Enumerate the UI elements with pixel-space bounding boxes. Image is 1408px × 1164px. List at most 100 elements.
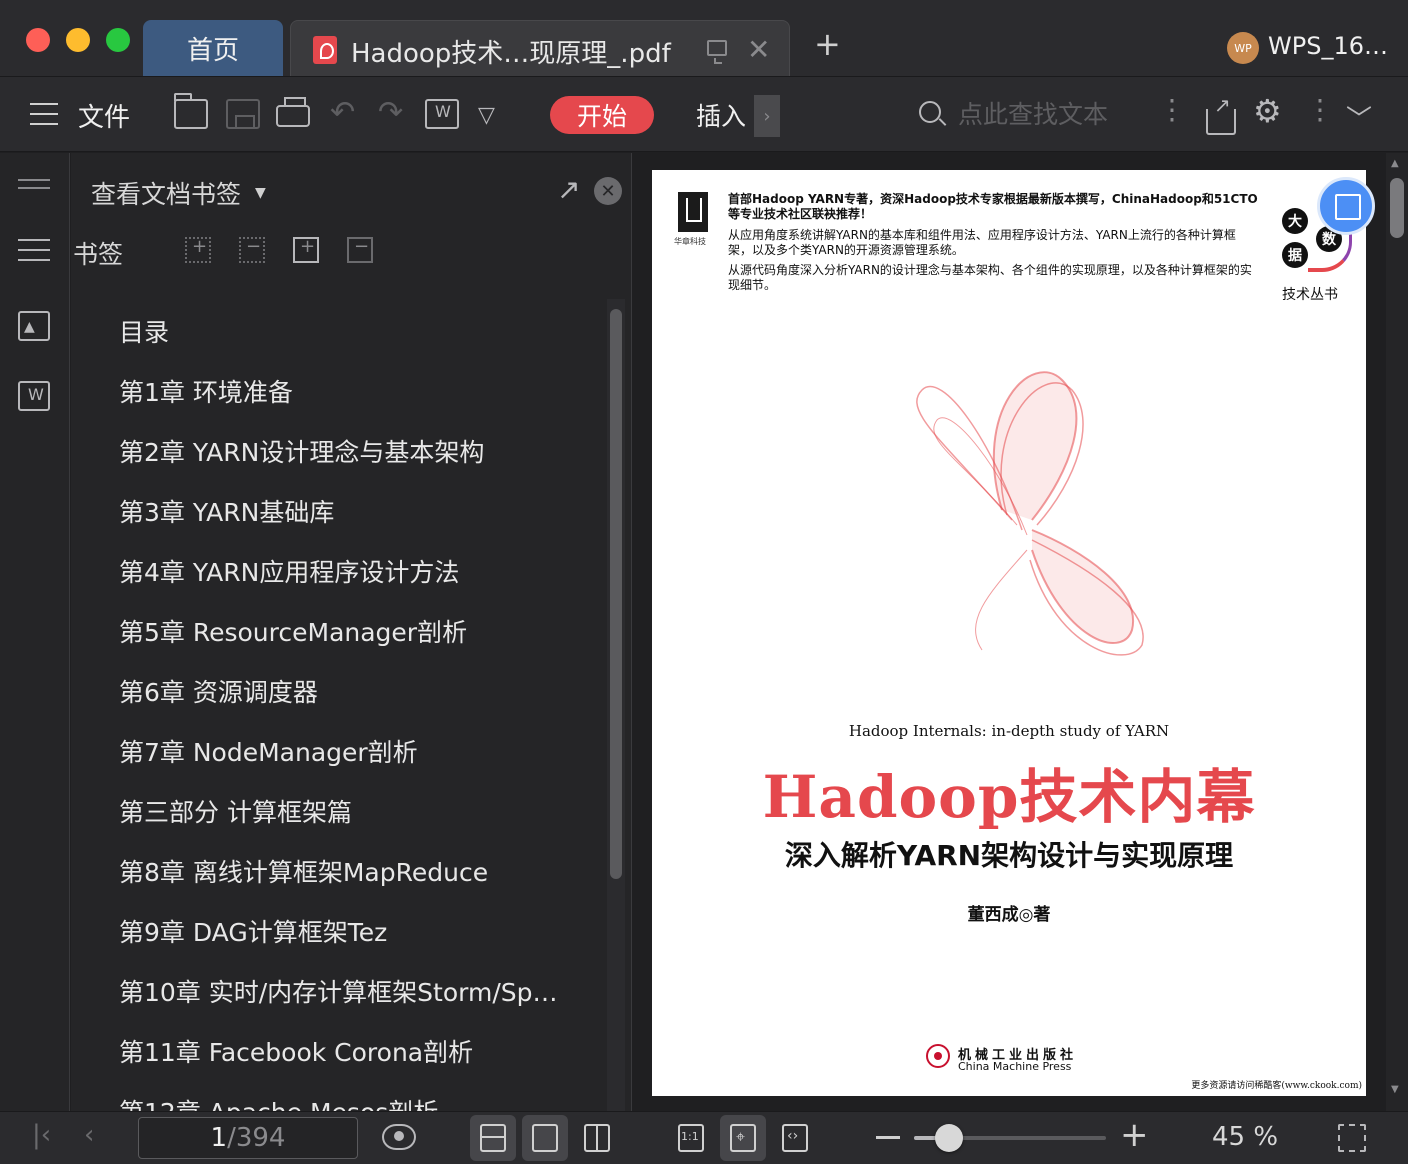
- screen-pin-icon[interactable]: [707, 40, 727, 64]
- list-item[interactable]: 第8章 离线计算框架MapReduce: [119, 853, 589, 893]
- more-options-icon[interactable]: [1306, 93, 1334, 127]
- fit-width-button[interactable]: [772, 1115, 818, 1161]
- series-name: 技术丛书: [1282, 287, 1338, 303]
- caret-down-icon[interactable]: ▼: [255, 185, 266, 201]
- collapse-all-icon[interactable]: [239, 236, 265, 263]
- remove-bookmark-icon[interactable]: [347, 236, 373, 263]
- close-panel-icon[interactable]: ✕: [594, 177, 622, 205]
- list-item[interactable]: 第10章 实时/内存计算框架Storm/Sp…: [119, 973, 589, 1013]
- continuous-view-button[interactable]: [470, 1115, 516, 1161]
- gear-icon[interactable]: ⚙: [1253, 95, 1285, 127]
- new-tab-button[interactable]: +: [814, 28, 841, 60]
- book-title: Hadoop技术内幕: [762, 763, 1256, 831]
- print-icon[interactable]: [276, 97, 310, 127]
- fit-page-button[interactable]: [720, 1115, 766, 1161]
- popout-icon[interactable]: ↗: [557, 173, 580, 206]
- tab-document[interactable]: Hadoop技术…现原理_.pdf ✕: [290, 20, 790, 76]
- list-item[interactable]: 第5章 ResourceManager剖析: [119, 613, 589, 653]
- list-item[interactable]: 第9章 DAG计算框架Tez: [119, 913, 589, 953]
- double-page-icon: [584, 1124, 610, 1152]
- cover-ribbon-art: [916, 371, 1144, 656]
- tab-home[interactable]: 首页: [143, 20, 283, 76]
- floating-convert-button[interactable]: [1317, 177, 1375, 235]
- list-item[interactable]: 第7章 NodeManager剖析: [119, 733, 589, 773]
- list-item[interactable]: 第4章 YARN应用程序设计方法: [119, 553, 589, 593]
- publisher-name-english: China Machine Press: [958, 1060, 1072, 1073]
- title-bar: 首页 Hadoop技术…现原理_.pdf ✕ + WP WPS_16…: [0, 0, 1408, 76]
- toolbar: 文件 ↶ ↷ ▽ 开始 插入 › ⚙ ﹀: [0, 76, 1408, 152]
- ribbon-tab-insert[interactable]: 插入: [696, 97, 746, 133]
- outline-icon[interactable]: [18, 239, 50, 261]
- zoom-value[interactable]: 45 %: [1212, 1122, 1278, 1152]
- expand-all-icon[interactable]: [185, 236, 211, 263]
- current-page[interactable]: 1: [211, 1123, 228, 1153]
- panel-title[interactable]: 查看文档书签: [91, 175, 241, 211]
- cover-blurb-headline: 首部Hadoop YARN专著，资深Hadoop技术专家根据最新版本撰写，Chi…: [728, 192, 1258, 221]
- ribbon-tab-start[interactable]: 开始: [550, 96, 654, 134]
- dropdown-icon[interactable]: ▽: [478, 103, 512, 133]
- close-window-button[interactable]: [26, 28, 50, 52]
- zoom-out-icon[interactable]: [876, 1136, 900, 1139]
- single-page-icon: [532, 1124, 558, 1152]
- list-item[interactable]: 第6章 资源调度器: [119, 673, 589, 713]
- eye-icon[interactable]: [382, 1124, 416, 1150]
- ribbon-scroll-right-icon[interactable]: ›: [754, 95, 780, 137]
- fullscreen-icon[interactable]: [1338, 1124, 1366, 1152]
- document-scrollbar-thumb[interactable]: [1390, 178, 1404, 238]
- more-vertical-icon[interactable]: [1158, 93, 1186, 127]
- account-name[interactable]: WPS_16…: [1268, 32, 1388, 60]
- tab-document-title: Hadoop技术…现原理_.pdf: [351, 39, 671, 69]
- list-item[interactable]: 第三部分 计算框架篇: [119, 793, 589, 833]
- scroll-up-icon[interactable]: ▲: [1391, 158, 1399, 169]
- total-pages: /394: [227, 1123, 286, 1153]
- bookmarks-label: 书签: [73, 240, 124, 269]
- list-item[interactable]: 第1章 环境准备: [119, 373, 589, 413]
- file-menu[interactable]: 文件: [78, 97, 130, 134]
- double-page-button[interactable]: [574, 1115, 620, 1161]
- avatar[interactable]: WP: [1227, 32, 1259, 64]
- list-item[interactable]: 第11章 Facebook Corona剖析: [119, 1033, 589, 1073]
- zoom-window-button[interactable]: [106, 28, 130, 52]
- list-item[interactable]: 第2章 YARN设计理念与基本架构: [119, 433, 589, 473]
- single-page-button[interactable]: [522, 1115, 568, 1161]
- book-subtitle-english: Hadoop Internals: in-depth study of YARN: [848, 722, 1170, 740]
- zoom-slider-thumb[interactable]: [935, 1124, 964, 1152]
- pdf-page: 华章科技 首部Hadoop YARN专著，资深Hadoop技术专家根据最新版本撰…: [652, 170, 1366, 1096]
- convert-word-icon[interactable]: [18, 381, 50, 411]
- add-bookmark-icon[interactable]: [293, 236, 319, 263]
- pdf-file-icon: [313, 36, 337, 64]
- share-icon[interactable]: [1206, 93, 1236, 135]
- scroll-down-icon[interactable]: ▼: [1391, 1084, 1399, 1095]
- close-tab-icon[interactable]: ✕: [747, 33, 770, 66]
- redo-icon[interactable]: ↷: [378, 95, 412, 130]
- open-folder-icon[interactable]: [174, 93, 208, 129]
- page-number-field[interactable]: 1 /394: [138, 1117, 358, 1159]
- search-input[interactable]: [958, 95, 1138, 133]
- save-icon[interactable]: [226, 99, 260, 129]
- minimize-window-button[interactable]: [66, 28, 90, 52]
- undo-icon[interactable]: ↶: [330, 95, 364, 130]
- first-page-icon[interactable]: |‹: [32, 1120, 51, 1150]
- previous-page-icon[interactable]: ‹: [84, 1120, 94, 1150]
- document-viewport: 华章科技 首部Hadoop YARN专著，资深Hadoop技术专家根据最新版本撰…: [633, 153, 1386, 1111]
- collapse-panel-icon[interactable]: [18, 179, 50, 189]
- publisher-emblem-icon: [926, 1044, 950, 1068]
- chevron-down-icon[interactable]: ﹀: [1346, 99, 1380, 135]
- zoom-in-icon[interactable]: +: [1120, 1118, 1149, 1152]
- actual-size-button[interactable]: [668, 1115, 714, 1161]
- footer-note: 更多资源请访问稀酷客(www.ckook.com): [1191, 1081, 1362, 1091]
- series-char: 大: [1282, 208, 1308, 234]
- list-item[interactable]: 第3章 YARN基础库: [119, 493, 589, 533]
- publisher-logo-icon: [678, 192, 708, 232]
- book-subtitle: 深入解析YARN架构设计与实现原理: [784, 839, 1234, 872]
- cover-blurb: 从源代码角度深入分析YARN的设计理念与基本架构、各个组件的实现原理，以及各种计…: [728, 263, 1252, 292]
- list-item[interactable]: 第12章 Apache Mesos剖析: [119, 1093, 589, 1111]
- document-scrollbar[interactable]: [1386, 153, 1408, 1111]
- search-icon[interactable]: [919, 101, 941, 123]
- panel-scrollbar-thumb[interactable]: [610, 309, 622, 879]
- list-item[interactable]: 目录: [119, 313, 589, 353]
- thumbnail-icon[interactable]: [18, 311, 50, 341]
- export-word-icon[interactable]: [425, 99, 459, 129]
- menu-icon[interactable]: [30, 103, 58, 125]
- zoom-slider[interactable]: [914, 1124, 1106, 1152]
